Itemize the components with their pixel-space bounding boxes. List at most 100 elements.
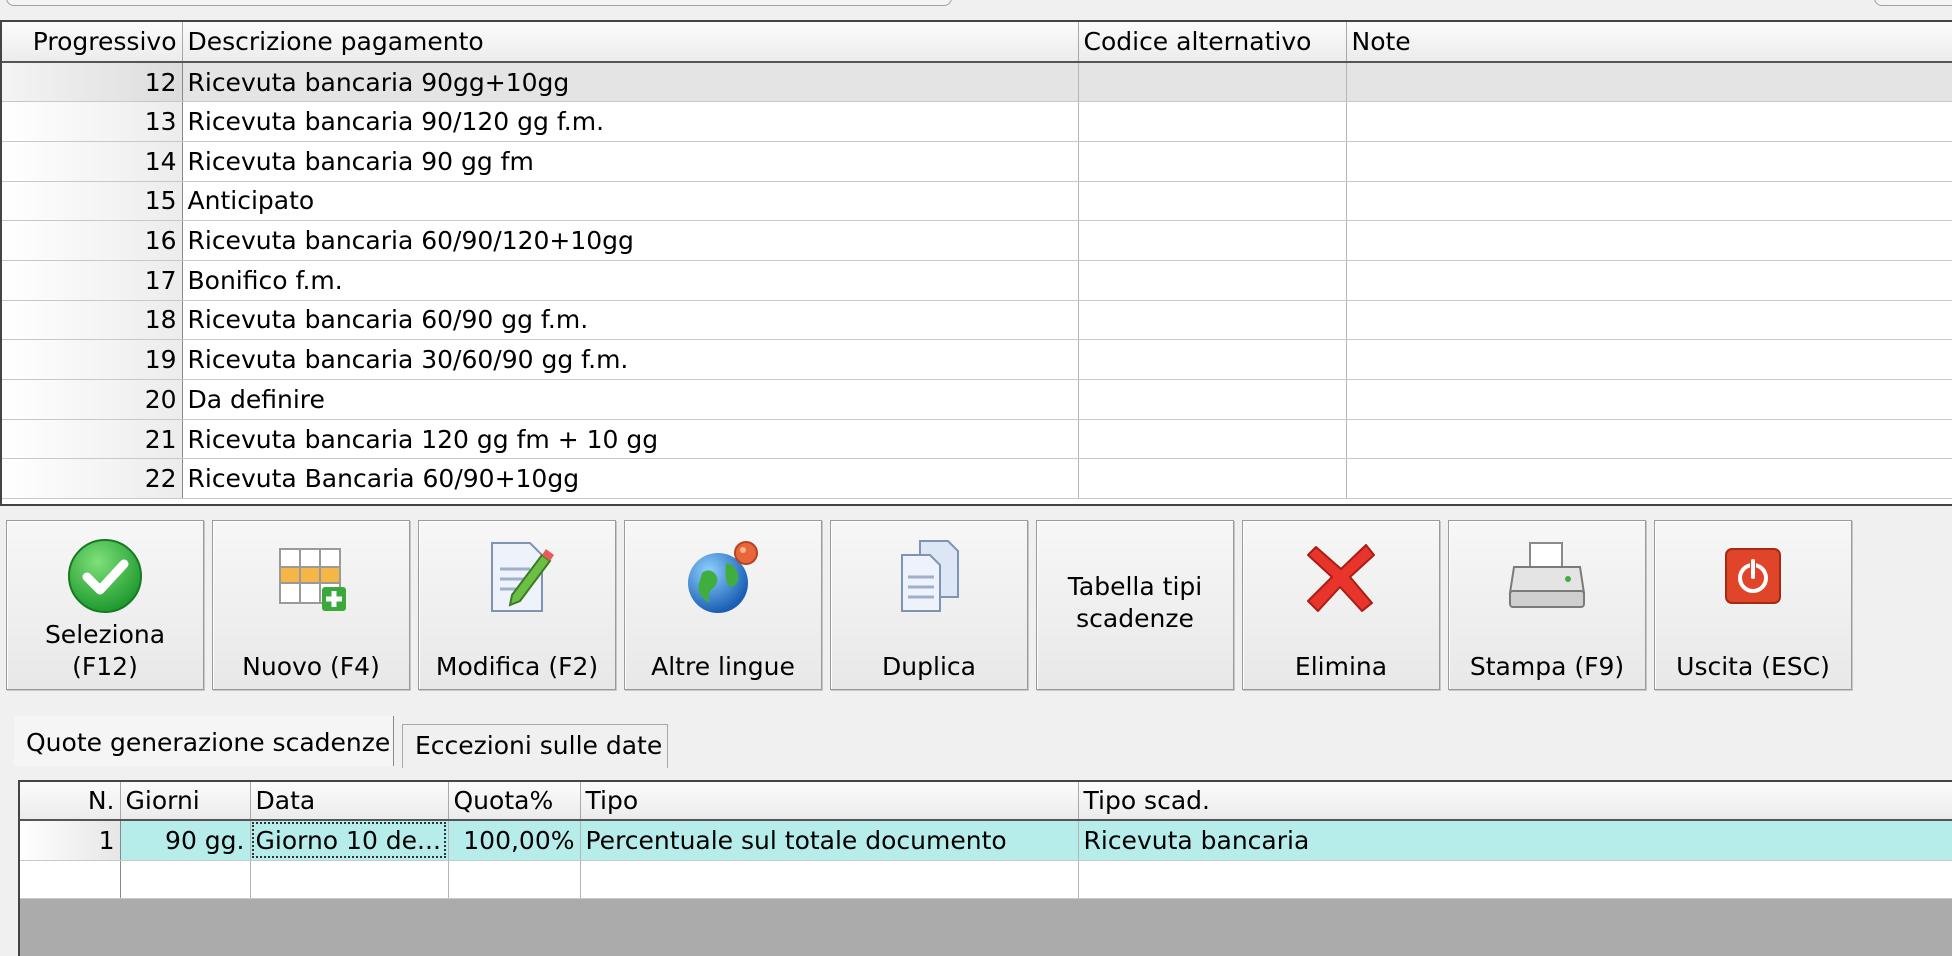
cell-descrizione[interactable]: Ricevuta bancaria 30/60/90 gg f.m. xyxy=(182,339,1079,380)
duplica-button[interactable]: Duplica xyxy=(830,520,1028,690)
tab-quote-generazione-scadenze[interactable]: Quote generazione scadenze xyxy=(14,716,394,766)
cell-descrizione[interactable]: Ricevuta bancaria 60/90 gg f.m. xyxy=(182,300,1079,341)
col-header-tipo[interactable]: Tipo xyxy=(580,782,1079,821)
cell-tipo-scad[interactable] xyxy=(1078,860,1952,899)
table-row[interactable]: 21 Ricevuta bancaria 120 gg fm + 10 gg xyxy=(2,419,1952,460)
cell-note[interactable] xyxy=(1346,379,1952,420)
duplica-label: Duplica xyxy=(882,652,976,681)
cell-codice[interactable] xyxy=(1078,419,1347,460)
table-row[interactable]: 16 Ricevuta bancaria 60/90/120+10gg xyxy=(2,220,1952,261)
cell-giorni[interactable] xyxy=(120,860,251,899)
cell-n[interactable] xyxy=(20,860,121,899)
uscita-button[interactable]: Uscita (ESC) xyxy=(1654,520,1852,690)
table-row[interactable]: 1 90 gg. Giorno 10 de... 100,00% Percent… xyxy=(20,820,1952,861)
cell-tipo[interactable] xyxy=(580,860,1079,899)
col-header-note[interactable]: Note xyxy=(1346,22,1952,63)
grid2-header-row: N. Giorni Data Quota% Tipo Tipo scad. xyxy=(20,782,1952,821)
elimina-button[interactable]: Elimina xyxy=(1242,520,1440,690)
nuovo-button[interactable]: Nuovo (F4) xyxy=(212,520,410,690)
edit-document-icon xyxy=(491,542,554,612)
globe-icon xyxy=(688,541,758,613)
cell-progressivo[interactable]: 20 xyxy=(2,379,183,420)
col-header-n[interactable]: N. xyxy=(20,782,121,821)
cell-progressivo[interactable]: 22 xyxy=(2,458,183,500)
cell-descrizione[interactable]: Ricevuta bancaria 60/90/120+10gg xyxy=(182,220,1079,261)
table-row[interactable]: 15 Anticipato xyxy=(2,181,1952,222)
new-row[interactable] xyxy=(20,860,1952,899)
cell-note[interactable] xyxy=(1346,339,1952,380)
cell-descrizione[interactable]: Bonifico f.m. xyxy=(182,260,1079,301)
payments-grid[interactable]: Progressivo Descrizione pagamento Codice… xyxy=(0,20,1952,506)
cell-note[interactable] xyxy=(1346,141,1952,182)
altre-lingue-button[interactable]: Altre lingue xyxy=(624,520,822,690)
cell-progressivo[interactable]: 21 xyxy=(2,419,183,460)
cell-progressivo[interactable]: 14 xyxy=(2,141,183,182)
tab-eccezioni-sulle-date[interactable]: Eccezioni sulle date xyxy=(402,724,668,768)
cell-progressivo[interactable]: 12 xyxy=(2,62,183,103)
cell-descrizione[interactable]: Ricevuta bancaria 120 gg fm + 10 gg xyxy=(182,419,1079,460)
cell-note[interactable] xyxy=(1346,419,1952,460)
col-header-progressivo[interactable]: Progressivo xyxy=(2,22,183,63)
cell-note[interactable] xyxy=(1346,220,1952,261)
cell-data[interactable] xyxy=(250,860,449,899)
table-row[interactable]: 14 Ricevuta bancaria 90 gg fm xyxy=(2,141,1952,182)
table-row[interactable]: 17 Bonifico f.m. xyxy=(2,260,1952,301)
cell-descrizione[interactable]: Anticipato xyxy=(182,181,1079,222)
cell-note[interactable] xyxy=(1346,62,1952,103)
cell-codice[interactable] xyxy=(1078,62,1347,103)
cell-tipo[interactable]: Percentuale sul totale documento xyxy=(580,820,1079,861)
cell-quota[interactable]: 100,00% xyxy=(448,820,581,861)
col-header-tipo-scad[interactable]: Tipo scad. xyxy=(1078,782,1952,821)
cell-note[interactable] xyxy=(1346,260,1952,301)
cell-codice[interactable] xyxy=(1078,101,1347,142)
table-row[interactable]: 12 Ricevuta bancaria 90gg+10gg xyxy=(2,62,1952,103)
cell-descrizione[interactable]: Ricevuta bancaria 90/120 gg f.m. xyxy=(182,101,1079,142)
cell-note[interactable] xyxy=(1346,101,1952,142)
table-row[interactable]: 19 Ricevuta bancaria 30/60/90 gg f.m. xyxy=(2,339,1952,380)
cell-descrizione[interactable]: Ricevuta bancaria 90 gg fm xyxy=(182,141,1079,182)
col-header-descrizione[interactable]: Descrizione pagamento xyxy=(182,22,1079,63)
cell-descrizione[interactable]: Ricevuta bancaria 90gg+10gg xyxy=(182,62,1079,103)
cell-note[interactable] xyxy=(1346,300,1952,341)
table-row[interactable]: 20 Da definire xyxy=(2,379,1952,420)
col-header-quota[interactable]: Quota% xyxy=(448,782,581,821)
table-row[interactable]: 13 Ricevuta bancaria 90/120 gg f.m. xyxy=(2,101,1952,142)
cell-codice[interactable] xyxy=(1078,339,1347,380)
cell-progressivo[interactable]: 19 xyxy=(2,339,183,380)
tabella-tipi-scadenze-button[interactable]: Tabella tipi scadenze xyxy=(1036,520,1234,690)
cell-codice[interactable] xyxy=(1078,260,1347,301)
cell-n[interactable]: 1 xyxy=(20,820,121,861)
filter-field-right[interactable] xyxy=(1874,0,1952,6)
cell-progressivo[interactable]: 16 xyxy=(2,220,183,261)
cell-codice[interactable] xyxy=(1078,141,1347,182)
cell-quota[interactable] xyxy=(448,860,581,899)
col-header-data[interactable]: Data xyxy=(250,782,449,821)
modifica-button[interactable]: Modifica (F2) xyxy=(418,520,616,690)
cell-note[interactable] xyxy=(1346,458,1952,500)
cell-codice[interactable] xyxy=(1078,181,1347,222)
cell-giorni[interactable]: 90 gg. xyxy=(120,820,251,861)
stampa-button[interactable]: Stampa (F9) xyxy=(1448,520,1646,690)
cell-codice[interactable] xyxy=(1078,458,1347,500)
table-row[interactable]: 18 Ricevuta bancaria 60/90 gg f.m. xyxy=(2,300,1952,341)
cell-descrizione[interactable]: Ricevuta Bancaria 60/90+10gg xyxy=(182,458,1079,500)
cell-descrizione[interactable]: Da definire xyxy=(182,379,1079,420)
cell-tipo-scad[interactable]: Ricevuta bancaria xyxy=(1078,820,1952,861)
quote-grid[interactable]: N. Giorni Data Quota% Tipo Tipo scad. 1 … xyxy=(18,780,1952,956)
col-header-codice[interactable]: Codice alternativo xyxy=(1078,22,1347,63)
cell-codice[interactable] xyxy=(1078,379,1347,420)
filter-field[interactable] xyxy=(6,0,952,6)
cell-codice[interactable] xyxy=(1078,220,1347,261)
cell-note[interactable] xyxy=(1346,181,1952,222)
cell-progressivo[interactable]: 17 xyxy=(2,260,183,301)
seleziona-button[interactable]: Seleziona (F12) xyxy=(6,520,204,690)
duplicate-icon xyxy=(901,540,959,612)
cell-progressivo[interactable]: 15 xyxy=(2,181,183,222)
cell-progressivo[interactable]: 13 xyxy=(2,101,183,142)
top-fields-strip xyxy=(0,0,1952,18)
cell-data[interactable]: Giorno 10 de... xyxy=(250,820,449,861)
col-header-giorni[interactable]: Giorni xyxy=(120,782,251,821)
cell-codice[interactable] xyxy=(1078,300,1347,341)
cell-progressivo[interactable]: 18 xyxy=(2,300,183,341)
table-row[interactable]: 22 Ricevuta Bancaria 60/90+10gg xyxy=(2,458,1952,500)
